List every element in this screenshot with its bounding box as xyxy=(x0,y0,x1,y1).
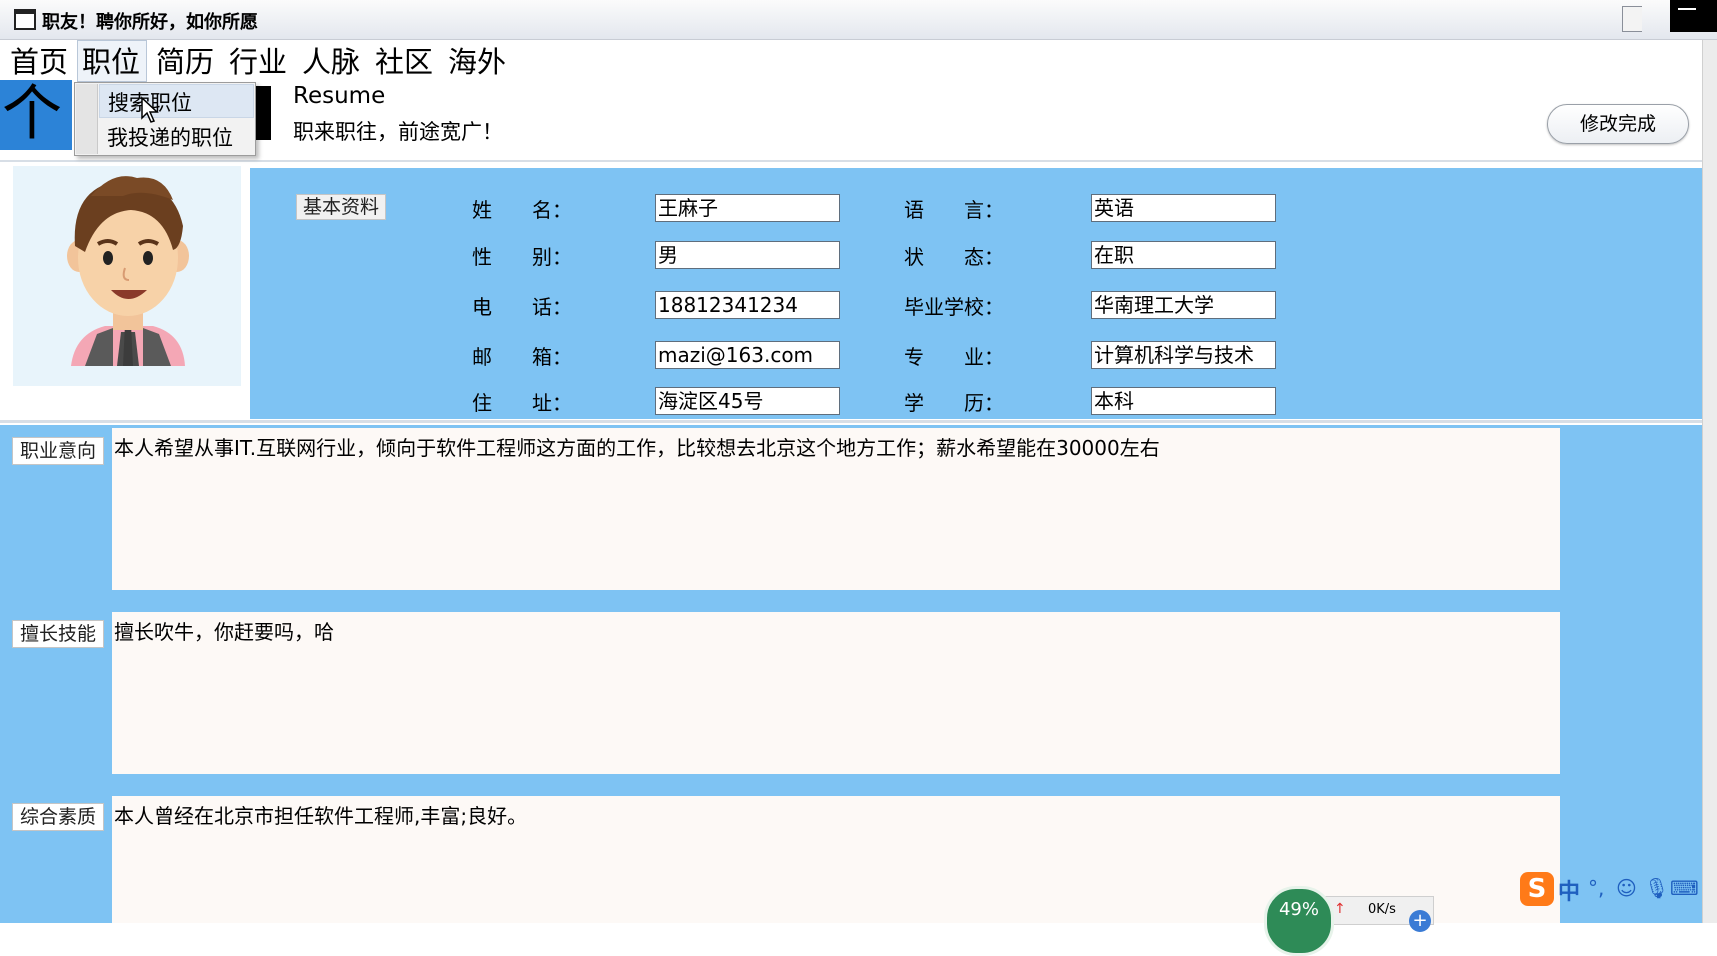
ime-language-toggle[interactable]: 中 xyxy=(1558,874,1580,906)
avatar-illustration xyxy=(67,176,189,366)
phone-label: 电 话： xyxy=(472,295,572,319)
header-divider xyxy=(0,160,1702,162)
dropdown-item-applied-jobs[interactable]: 我投递的职位 xyxy=(99,120,254,154)
dropdown-item-label: 我投递的职位 xyxy=(107,126,233,150)
emoji-icon[interactable]: ☺ xyxy=(1616,876,1637,900)
phone-field[interactable]: 18812341234 xyxy=(655,291,840,319)
edit-done-button[interactable]: 修改完成 xyxy=(1547,104,1689,144)
career-intent-tag: 职业意向 xyxy=(12,437,104,465)
ime-toolbar[interactable]: S 中 °, ☺ 🎙 ⌨ xyxy=(1520,872,1702,908)
status-field[interactable]: 在职 xyxy=(1091,241,1276,269)
school-label: 毕业学校： xyxy=(904,295,1004,319)
language-label: 语 言： xyxy=(904,198,1004,222)
language-field[interactable]: 英语 xyxy=(1091,194,1276,222)
vertical-scrollbar[interactable] xyxy=(1702,40,1717,923)
keyboard-icon[interactable]: ⌨ xyxy=(1670,876,1699,900)
add-icon[interactable]: + xyxy=(1409,910,1431,932)
punctuation-icon[interactable]: °, xyxy=(1588,876,1604,900)
email-label: 邮 箱： xyxy=(472,345,572,369)
menu-overseas[interactable]: 海外 xyxy=(448,42,506,82)
address-label: 住 址： xyxy=(472,391,572,415)
menu-resume[interactable]: 简历 xyxy=(156,42,214,82)
page-title: 个人 xyxy=(2,80,62,150)
gender-field[interactable]: 男 xyxy=(655,241,840,269)
education-field[interactable]: 本科 xyxy=(1091,387,1276,415)
education-label: 学 历： xyxy=(904,391,1004,415)
address-field[interactable]: 海淀区45号 xyxy=(655,387,840,415)
ime-logo-icon: S xyxy=(1520,872,1554,906)
school-field[interactable]: 华南理工大学 xyxy=(1091,291,1276,319)
mouse-cursor-icon xyxy=(140,96,162,124)
skills-textarea[interactable]: 擅长吹牛，你赶要吗，哈 xyxy=(112,612,1560,774)
status-label: 状 态： xyxy=(904,245,1004,269)
upload-arrow-icon: ↑ xyxy=(1334,901,1346,917)
section-divider xyxy=(0,420,1702,423)
major-field[interactable]: 计算机科学与技术 xyxy=(1091,341,1276,369)
window-control-button[interactable] xyxy=(1622,6,1642,32)
menu-network[interactable]: 人脉 xyxy=(302,42,360,82)
career-intent-textarea[interactable]: 本人希望从事IT.互联网行业，倾向于软件工程师这方面的工作，比较想去北京这个地方… xyxy=(112,428,1560,590)
menu-home[interactable]: 首页 xyxy=(10,42,68,82)
slogan-text: 职来职往，前途宽广！ xyxy=(293,120,503,144)
network-usage-gauge: 49% xyxy=(1264,886,1334,956)
avatar xyxy=(13,166,241,386)
skills-tag: 擅长技能 xyxy=(12,620,104,648)
microphone-icon[interactable]: 🎙 xyxy=(1644,876,1669,900)
menu-community[interactable]: 社区 xyxy=(375,42,433,82)
resume-subtitle: Resume xyxy=(293,83,386,109)
app-window-icon xyxy=(14,9,36,30)
page-title-banner: 个人 xyxy=(0,80,72,150)
email-field[interactable]: mazi@163.com xyxy=(655,341,840,369)
window-title: 职友！聘你所好，如你所愿 xyxy=(42,12,258,33)
window-minimize-area[interactable] xyxy=(1670,0,1717,32)
basic-info-tag: 基本资料 xyxy=(296,194,386,220)
network-speed-text: 0K/s xyxy=(1368,902,1396,917)
name-field[interactable]: 王麻子 xyxy=(655,194,840,222)
overall-quality-tag: 综合素质 xyxy=(12,803,104,831)
network-monitor-widget[interactable]: 49% ↑ 0K/s + xyxy=(1264,886,1434,956)
menu-industry[interactable]: 行业 xyxy=(229,42,287,82)
major-label: 专 业： xyxy=(904,345,1004,369)
title-decoration-bar xyxy=(255,86,271,140)
dropdown-item-search-jobs[interactable]: 搜索职位 xyxy=(99,84,254,118)
name-label: 姓 名： xyxy=(472,198,572,222)
gender-label: 性 别： xyxy=(472,245,572,269)
menu-jobs[interactable]: 职位 xyxy=(82,42,140,82)
dropdown-icon-gutter xyxy=(76,84,98,154)
